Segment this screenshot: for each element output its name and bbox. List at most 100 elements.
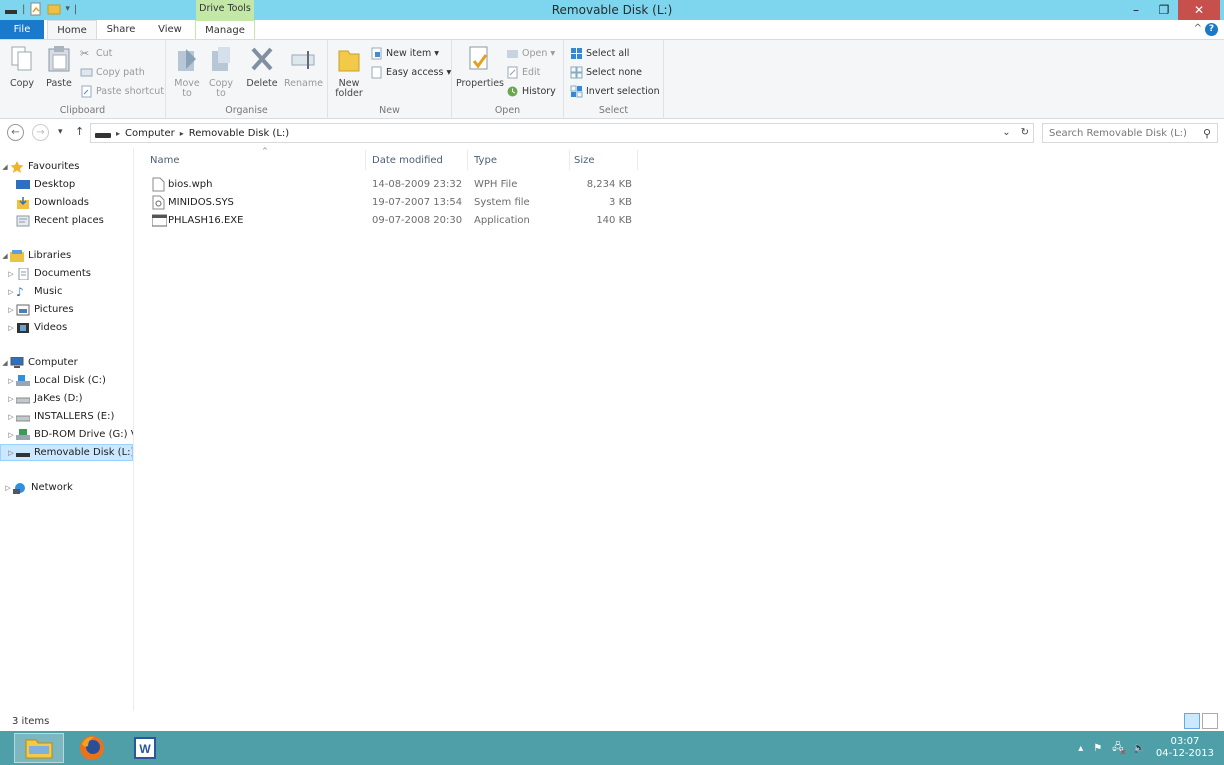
copy-path-button[interactable]: Copy path xyxy=(80,64,145,80)
action-center-flag-icon[interactable]: ⚑ xyxy=(1093,743,1102,754)
taskbar-file-explorer[interactable] xyxy=(14,733,64,763)
back-button[interactable]: ← xyxy=(7,124,24,141)
copy-to-button[interactable]: Copy to xyxy=(206,45,236,99)
up-arrow-icon[interactable]: ↑ xyxy=(75,125,84,138)
address-dropdown-icon[interactable]: ⌄ xyxy=(1002,127,1010,138)
tab-manage[interactable]: Manage xyxy=(195,20,255,39)
easy-access-button[interactable]: Easy access ▾ xyxy=(370,64,451,80)
nav-bd-rom-g[interactable]: ▷ BD-ROM Drive (G:) V xyxy=(0,426,133,443)
collapse-arrow-icon[interactable]: ▷ xyxy=(3,484,13,492)
nav-jakes-d[interactable]: ▷ JaKes (D:) xyxy=(0,390,133,407)
nav-removable-disk-l[interactable]: ▷ Removable Disk (L:) xyxy=(0,444,133,461)
expand-arrow-icon[interactable]: ◢ xyxy=(0,359,10,367)
move-to-button[interactable]: Move to xyxy=(172,45,202,99)
system-clock[interactable]: 03:07 04-12-2013 xyxy=(1156,736,1214,760)
file-row[interactable]: bios.wph 14-08-2009 23:32 WPH File 8,234… xyxy=(142,176,642,194)
breadcrumb-removable-disk[interactable]: Removable Disk (L:) xyxy=(189,128,289,139)
volume-icon[interactable]: 🔈 xyxy=(1133,743,1145,754)
nav-bd-rom-g-label: BD-ROM Drive (G:) V xyxy=(34,429,133,440)
show-hidden-icons-icon[interactable]: ▴ xyxy=(1078,743,1083,754)
nav-computer[interactable]: ◢ Computer xyxy=(0,354,133,371)
file-size: 8,234 KB xyxy=(586,179,632,190)
breadcrumb-computer[interactable]: Computer xyxy=(125,128,175,139)
file-name: PHLASH16.EXE xyxy=(168,215,244,226)
collapse-arrow-icon[interactable]: ▷ xyxy=(6,449,16,457)
refresh-icon[interactable]: ↻ xyxy=(1021,127,1029,138)
collapse-arrow-icon[interactable]: ▷ xyxy=(6,395,16,403)
properties-button[interactable]: Properties xyxy=(456,45,505,89)
nav-recent-places[interactable]: Recent places xyxy=(0,212,133,229)
cut-button[interactable]: ✂ Cut xyxy=(80,45,112,61)
downloads-icon xyxy=(17,196,29,209)
column-header-size[interactable]: Size xyxy=(574,150,638,170)
nav-documents[interactable]: ▷ Documents xyxy=(0,265,133,282)
network-status-icon[interactable]: 🖧 ✕ xyxy=(1112,740,1126,757)
new-folder-button[interactable]: New folder xyxy=(334,45,364,99)
collapse-arrow-icon[interactable]: ▷ xyxy=(6,377,16,385)
taskbar-firefox[interactable] xyxy=(67,733,117,763)
select-none-button[interactable]: Select none xyxy=(570,64,642,80)
collapse-arrow-icon[interactable]: ▷ xyxy=(6,413,16,421)
copy-icon xyxy=(11,46,32,71)
address-bar[interactable]: ▸ Computer ▸ Removable Disk (L:) ⌄ ↻ xyxy=(90,123,1034,143)
tab-share[interactable]: Share xyxy=(102,20,140,39)
forward-button[interactable]: → xyxy=(32,124,49,141)
search-input[interactable]: Search Removable Disk (L:) ⚲ xyxy=(1042,123,1218,143)
help-icon[interactable]: ? xyxy=(1205,23,1218,36)
nav-libraries[interactable]: ◢ Libraries xyxy=(0,247,133,264)
nav-desktop[interactable]: Desktop xyxy=(0,176,133,193)
paste-button[interactable]: Paste xyxy=(44,45,74,89)
collapse-arrow-icon[interactable]: ▷ xyxy=(6,306,16,314)
item-count: 3 items xyxy=(12,716,50,727)
file-row[interactable]: MINIDOS.SYS 19-07-2007 13:54 System file… xyxy=(142,194,642,212)
file-row[interactable]: PHLASH16.EXE 09-07-2008 20:30 Applicatio… xyxy=(142,212,642,230)
history-button[interactable]: History xyxy=(506,83,556,99)
tab-file[interactable]: File xyxy=(0,20,44,39)
nav-network[interactable]: ▷ Network xyxy=(0,479,133,496)
minimize-button[interactable]: – xyxy=(1122,0,1150,20)
search-icon[interactable]: ⚲ xyxy=(1203,127,1211,140)
rename-button[interactable]: Rename xyxy=(284,45,323,89)
nav-videos[interactable]: ▷ Videos xyxy=(0,319,133,336)
nav-downloads[interactable]: Downloads xyxy=(0,194,133,211)
window-controls: – ❐ ✕ xyxy=(1122,0,1220,20)
column-header-date[interactable]: Date modified xyxy=(372,150,468,170)
column-header-name[interactable]: ^ Name xyxy=(150,147,366,170)
tab-view[interactable]: View xyxy=(152,20,188,39)
properties-label: Properties xyxy=(456,78,505,89)
collapse-arrow-icon[interactable]: ▷ xyxy=(6,324,16,332)
paste-shortcut-button[interactable]: Paste shortcut xyxy=(80,83,164,99)
invert-selection-button[interactable]: Invert selection xyxy=(570,83,660,99)
file-date: 14-08-2009 23:32 xyxy=(372,179,463,190)
taskbar-word[interactable]: W xyxy=(120,733,170,763)
easy-access-label: Easy access xyxy=(386,66,444,78)
nav-local-disk-c[interactable]: ▷ Local Disk (C:) xyxy=(0,372,133,389)
nav-favourites[interactable]: ◢ Favourites xyxy=(0,158,133,175)
collapse-arrow-icon[interactable]: ▷ xyxy=(6,288,16,296)
nav-music[interactable]: ▷ ♪ Music xyxy=(0,283,133,300)
close-button[interactable]: ✕ xyxy=(1178,0,1220,20)
history-icon xyxy=(507,86,518,96)
new-item-button[interactable]: New item ▾ xyxy=(370,45,439,61)
nav-pictures[interactable]: ▷ Pictures xyxy=(0,301,133,318)
collapse-arrow-icon[interactable]: ▷ xyxy=(6,270,16,278)
details-view-icon[interactable] xyxy=(1184,713,1200,729)
nav-installers-e[interactable]: ▷ INSTALLERS (E:) xyxy=(0,408,133,425)
recent-locations-icon[interactable]: ▾ xyxy=(58,127,63,137)
collapse-ribbon-icon[interactable]: ^ xyxy=(1194,23,1202,34)
collapse-arrow-icon[interactable]: ▷ xyxy=(6,431,16,439)
delete-button[interactable]: Delete xyxy=(246,45,278,89)
large-icons-view-icon[interactable] xyxy=(1202,713,1218,729)
open-button[interactable]: Open ▾ xyxy=(506,45,555,61)
column-header-type[interactable]: Type xyxy=(474,150,570,170)
copy-button[interactable]: Copy xyxy=(8,45,36,89)
column-name-label: Name xyxy=(150,155,180,166)
select-all-button[interactable]: Select all xyxy=(570,45,629,61)
restore-button[interactable]: ❐ xyxy=(1150,0,1178,20)
windows-drive-icon xyxy=(16,374,30,386)
edit-button[interactable]: Edit xyxy=(506,64,540,80)
expand-arrow-icon[interactable]: ◢ xyxy=(0,252,10,260)
documents-icon xyxy=(18,267,29,280)
expand-arrow-icon[interactable]: ◢ xyxy=(0,163,10,171)
tab-home[interactable]: Home xyxy=(47,20,97,40)
